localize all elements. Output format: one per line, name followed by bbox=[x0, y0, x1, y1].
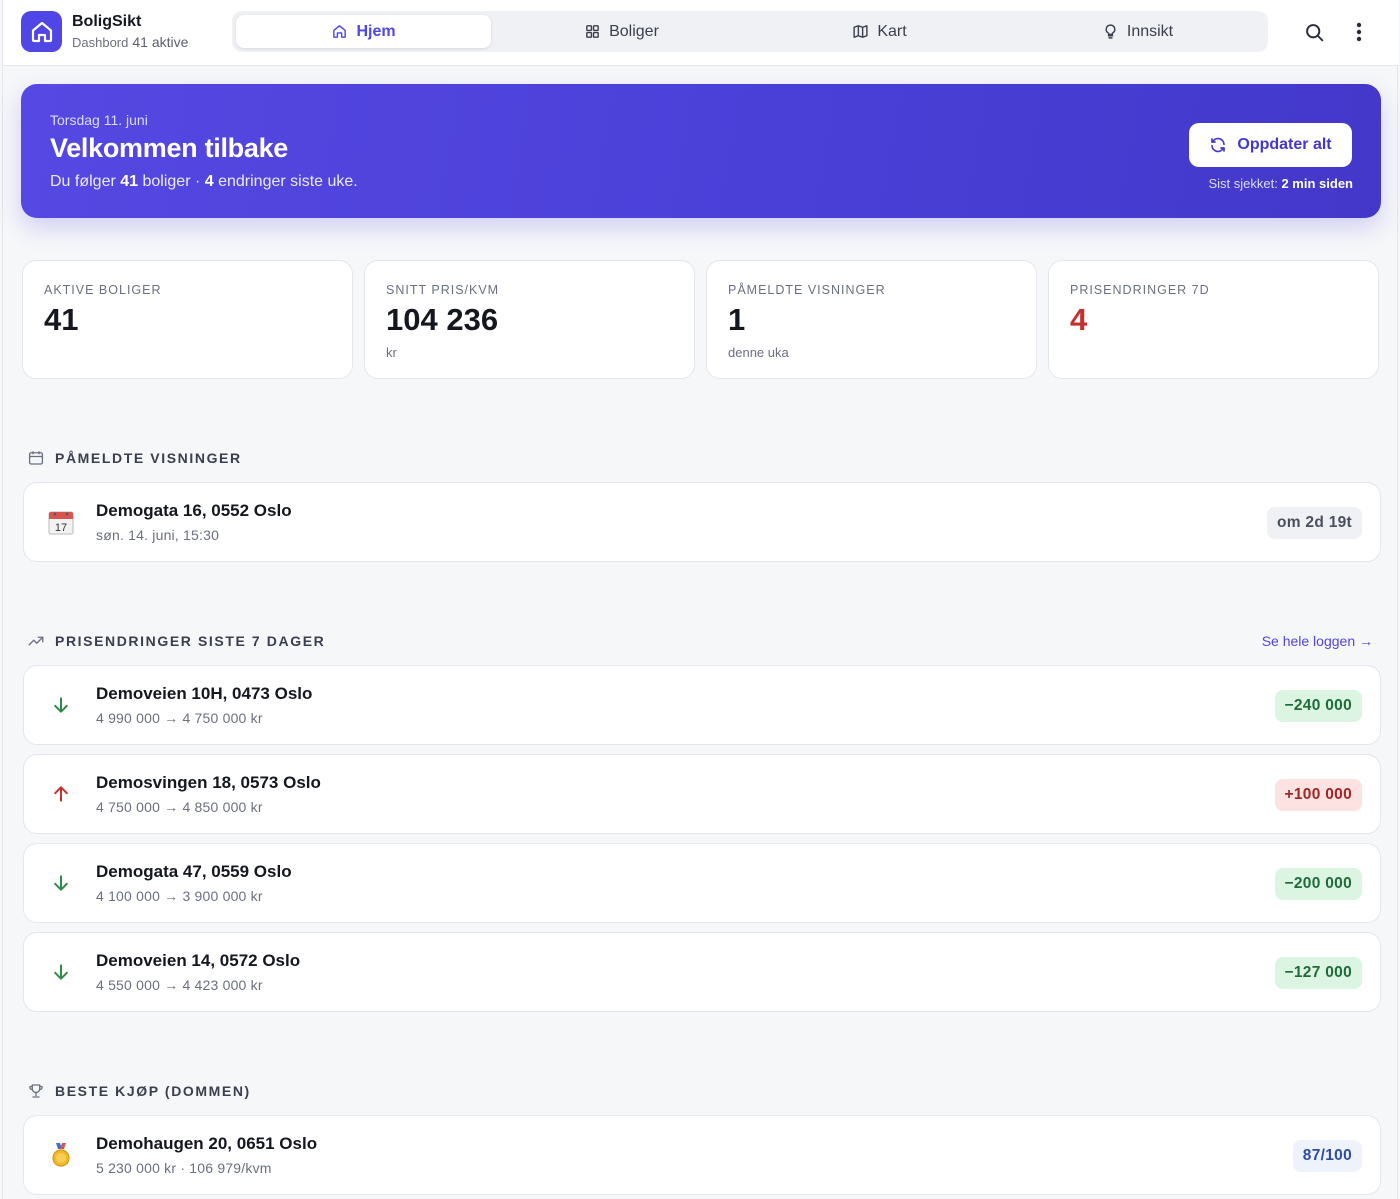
stat-label: AKTIVE BOLIGER bbox=[44, 283, 162, 297]
arrow-down-icon bbox=[46, 690, 76, 720]
price-change-row[interactable]: Demoveien 10H, 0473 Oslo 4 990 000 → 4 7… bbox=[23, 665, 1381, 745]
app-subtitle-text: Dashbord bbox=[72, 35, 129, 50]
tab-label: Innsikt bbox=[1126, 22, 1174, 40]
home-icon bbox=[333, 25, 347, 38]
stat-value: 4 bbox=[1070, 302, 1088, 337]
stat-value: 104 236 bbox=[386, 302, 499, 337]
arrow-up-icon bbox=[46, 779, 76, 809]
arrow-down-icon bbox=[46, 868, 76, 898]
property-address: Demoveien 10H, 0473 Oslo bbox=[96, 684, 313, 703]
more-vertical-icon bbox=[1356, 22, 1362, 42]
viewing-time: søn. 14. juni, 15:30 bbox=[96, 527, 220, 543]
property-details: 5 230 000 kr · 106 979/kvm bbox=[96, 1160, 272, 1176]
app-frame: BoligSikt Dashbord 41 aktive Hjem Boliger… bbox=[2, 0, 1399, 1199]
price-delta-badge: −127 000 bbox=[1274, 957, 1362, 989]
active-count: 41 aktive bbox=[132, 34, 189, 50]
viewing-row[interactable]: 17 Demogata 16, 0552 Oslo søn. 14. juni,… bbox=[23, 482, 1381, 562]
stat-card-active: AKTIVE BOLIGER 41 bbox=[22, 260, 353, 379]
app-name: BoligSikt bbox=[72, 13, 142, 30]
followed-count: 41 bbox=[120, 173, 139, 190]
tab-label: Boliger bbox=[609, 22, 659, 40]
stat-label: PÅMELDTE VISNINGER bbox=[728, 283, 886, 297]
map-icon bbox=[853, 25, 868, 38]
price-delta-badge: −200 000 bbox=[1274, 868, 1362, 900]
property-address: Demoveien 14, 0572 Oslo bbox=[96, 951, 301, 970]
last-checked-value: 2 min siden bbox=[1281, 176, 1353, 191]
countdown-badge: om 2d 19t bbox=[1266, 507, 1362, 539]
viewing-address: Demogata 16, 0552 Oslo bbox=[96, 501, 292, 520]
welcome-banner: Torsdag 11. juni Velkommen tilbake Du fø… bbox=[21, 84, 1381, 218]
tab-hjem[interactable]: Hjem bbox=[236, 15, 491, 48]
stat-label: SNITT PRIS/KVM bbox=[386, 283, 500, 297]
stat-unit: kr bbox=[386, 345, 397, 360]
property-address: Demosvingen 18, 0573 Oslo bbox=[96, 773, 321, 792]
hero-title: Velkommen tilbake bbox=[50, 133, 289, 163]
more-menu-button[interactable] bbox=[1348, 21, 1370, 43]
last-checked-label: Sist sjekket: bbox=[1208, 176, 1282, 191]
app-subtitle: Dashbord 41 aktive bbox=[72, 34, 188, 50]
top-bar: BoligSikt Dashbord 41 aktive Hjem Boliger… bbox=[3, 0, 1399, 66]
last-checked: Sist sjekket: 2 min siden bbox=[1209, 176, 1354, 191]
price-change-row[interactable]: Demosvingen 18, 0573 Oslo 4 750 000 → 4 … bbox=[23, 754, 1381, 834]
section-title: PRISENDRINGER SISTE 7 DAGER bbox=[55, 633, 326, 649]
search-icon bbox=[1305, 23, 1323, 41]
refresh-icon bbox=[1211, 137, 1226, 153]
viewings-heading: PÅMELDTE VISNINGER bbox=[27, 448, 242, 468]
app-logo[interactable] bbox=[21, 11, 62, 52]
home-logo-icon bbox=[31, 21, 52, 42]
refresh-label: Oppdater alt bbox=[1237, 136, 1332, 153]
tab-label: Hjem bbox=[356, 22, 396, 40]
summary-middle: boliger · bbox=[138, 173, 205, 190]
tab-boliger[interactable]: Boliger bbox=[494, 15, 749, 48]
stat-card-viewings: PÅMELDTE VISNINGER 1 denne uka bbox=[706, 260, 1037, 379]
calendar-icon bbox=[28, 451, 44, 465]
stat-unit: denne uka bbox=[728, 345, 789, 360]
hero-date: Torsdag 11. juni bbox=[50, 112, 148, 128]
refresh-all-button[interactable]: Oppdater alt bbox=[1189, 123, 1352, 167]
trending-icon bbox=[28, 636, 44, 646]
price-change-detail: 4 750 000 → 4 850 000 kr bbox=[96, 799, 263, 815]
changes-count: 4 bbox=[204, 173, 214, 190]
price-delta-badge: −240 000 bbox=[1274, 690, 1362, 722]
price-change-detail: 4 550 000 → 4 423 000 kr bbox=[96, 977, 263, 993]
calendar-date-icon: 17 bbox=[46, 507, 76, 537]
gold-medal-icon bbox=[52, 1143, 70, 1167]
tab-innsikt[interactable]: Innsikt bbox=[1010, 15, 1265, 48]
medal-icon bbox=[46, 1140, 76, 1170]
best-buys-heading: BESTE KJØP (DOMMEN) bbox=[27, 1081, 251, 1101]
stat-card-avg-price: SNITT PRIS/KVM 104 236 kr bbox=[364, 260, 695, 379]
search-button[interactable] bbox=[1303, 21, 1325, 43]
hero-summary: Du følger 41 boliger · 4 endringer siste… bbox=[50, 173, 358, 191]
price-changes-heading: PRISENDRINGER SISTE 7 DAGER bbox=[27, 631, 325, 651]
tab-label: Kart bbox=[877, 22, 907, 40]
arrow-down-icon bbox=[46, 957, 76, 987]
stat-value: 41 bbox=[44, 302, 79, 337]
summary-prefix: Du følger bbox=[50, 173, 121, 190]
price-change-detail: 4 990 000 → 4 750 000 kr bbox=[96, 710, 263, 726]
property-address: Demohaugen 20, 0651 Oslo bbox=[96, 1134, 318, 1153]
section-title: PÅMELDTE VISNINGER bbox=[55, 450, 242, 466]
main-tabs: Hjem Boliger Kart Innsikt bbox=[232, 11, 1268, 52]
stat-value: 1 bbox=[728, 302, 746, 337]
trophy-icon bbox=[29, 1084, 43, 1098]
section-title: BESTE KJØP (DOMMEN) bbox=[55, 1083, 251, 1099]
stat-card-price-changes: PRISENDRINGER 7D 4 bbox=[1048, 260, 1379, 379]
stat-label: PRISENDRINGER 7D bbox=[1070, 283, 1210, 297]
lightbulb-icon bbox=[1105, 24, 1116, 39]
property-address: Demogata 47, 0559 Oslo bbox=[96, 862, 292, 881]
score-badge: 87/100 bbox=[1292, 1140, 1362, 1172]
see-full-log-link[interactable]: Se hele loggen → bbox=[1262, 633, 1373, 649]
tab-kart[interactable]: Kart bbox=[752, 15, 1007, 48]
price-change-detail: 4 100 000 → 3 900 000 kr bbox=[96, 888, 263, 904]
price-change-row[interactable]: Demogata 47, 0559 Oslo 4 100 000 → 3 900… bbox=[23, 843, 1381, 923]
calendar-day: 17 bbox=[55, 522, 67, 534]
calendar-emoji-icon: 17 bbox=[48, 511, 74, 535]
grid-icon bbox=[586, 25, 599, 38]
summary-suffix: endringer siste uke. bbox=[213, 173, 358, 190]
best-buy-row[interactable]: Demohaugen 20, 0651 Oslo 5 230 000 kr · … bbox=[23, 1115, 1381, 1195]
price-delta-badge: +100 000 bbox=[1274, 779, 1362, 811]
price-change-row[interactable]: Demoveien 14, 0572 Oslo 4 550 000 → 4 42… bbox=[23, 932, 1381, 1012]
